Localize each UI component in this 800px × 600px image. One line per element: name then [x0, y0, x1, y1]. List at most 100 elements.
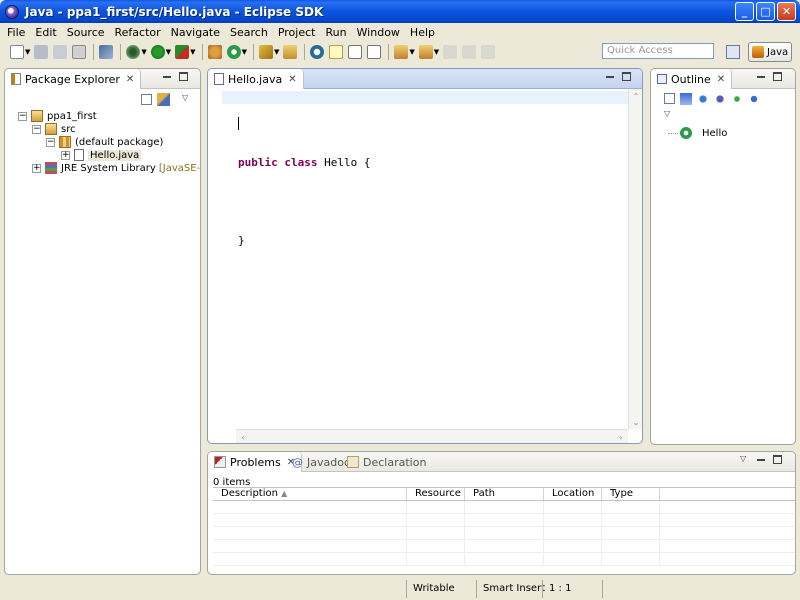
close-tab-icon[interactable]: ✕: [126, 74, 134, 85]
column-type[interactable]: Type: [602, 488, 660, 500]
column-location[interactable]: Location: [544, 488, 602, 500]
tab-outline[interactable]: Outline ✕: [651, 69, 733, 89]
collapse-icon[interactable]: −: [46, 137, 55, 147]
java-perspective-icon: [752, 46, 764, 58]
scroll-right-icon[interactable]: ›: [614, 430, 628, 443]
open-task-icon[interactable]: [283, 45, 298, 59]
eclipse-icon: [5, 4, 19, 19]
new-icon[interactable]: [10, 45, 24, 59]
problems-icon: [214, 456, 226, 468]
debug-icon[interactable]: [126, 45, 141, 59]
close-button[interactable]: ✕: [777, 2, 796, 21]
tab-package-explorer-label: Package Explorer: [25, 72, 120, 86]
tab-hello-java[interactable]: Hello.java ✕: [208, 69, 304, 89]
minimize-button[interactable]: _: [735, 2, 754, 21]
outline-toolbar: [664, 93, 760, 105]
scroll-down-icon[interactable]: ⌄: [629, 415, 642, 429]
code-editor[interactable]: public class Hello { }: [238, 91, 371, 273]
view-menu-icon[interactable]: ▽: [182, 93, 188, 102]
quick-access-input[interactable]: Quick Access: [602, 43, 714, 59]
open-perspective-icon[interactable]: [726, 45, 740, 59]
menu-window[interactable]: Window: [352, 26, 405, 39]
outline-item-hello[interactable]: Hello: [668, 126, 727, 140]
tab-declaration[interactable]: Declaration: [341, 452, 432, 472]
tree-item-jre[interactable]: + JRE System Library [JavaSE-1.7]: [32, 161, 200, 175]
hide-fields-icon[interactable]: [697, 93, 709, 105]
block-selection-icon[interactable]: [348, 45, 363, 59]
next-annotation-icon[interactable]: [394, 45, 409, 59]
save-icon[interactable]: [34, 45, 49, 59]
close-tab-icon[interactable]: ✕: [288, 74, 296, 85]
text-cursor: [238, 117, 239, 130]
maximize-view-icon[interactable]: [622, 72, 631, 81]
collapse-icon[interactable]: −: [18, 111, 27, 121]
collapse-all-icon[interactable]: [664, 93, 675, 104]
tree-item-hello-java[interactable]: + Hello.java: [61, 148, 142, 162]
save-all-icon[interactable]: [53, 45, 68, 59]
back-icon[interactable]: [462, 45, 477, 59]
expand-icon[interactable]: +: [32, 163, 41, 173]
external-tools-icon[interactable]: [175, 45, 190, 59]
menu-help[interactable]: Help: [405, 26, 440, 39]
open-type-icon[interactable]: [258, 45, 273, 59]
new-java-class-icon[interactable]: [226, 45, 241, 59]
hide-local-types-icon[interactable]: [748, 93, 760, 105]
maximize-view-icon[interactable]: [179, 72, 188, 81]
expand-icon[interactable]: +: [61, 150, 70, 160]
maximize-button[interactable]: □: [756, 2, 775, 21]
last-edit-icon[interactable]: [443, 45, 458, 59]
sort-icon[interactable]: [680, 93, 692, 105]
maximize-view-icon[interactable]: [773, 455, 782, 464]
column-resource[interactable]: Resource: [407, 488, 465, 500]
collapse-icon[interactable]: −: [32, 124, 41, 134]
close-tab-icon[interactable]: ✕: [717, 74, 725, 85]
forward-icon[interactable]: [481, 45, 496, 59]
status-bar: Writable Smart Insert 1 : 1: [0, 578, 800, 600]
hide-static-icon[interactable]: [714, 93, 726, 105]
menu-search[interactable]: Search: [225, 26, 273, 39]
view-menu-icon[interactable]: ▽: [740, 454, 746, 463]
minimize-view-icon[interactable]: [606, 76, 614, 78]
show-whitespace-icon[interactable]: [367, 45, 382, 59]
menu-navigate[interactable]: Navigate: [166, 26, 225, 39]
problems-table: Description ▲ Resource Path Location Typ…: [213, 487, 795, 566]
horizontal-scrollbar[interactable]: ‹ ›: [236, 429, 628, 443]
maximize-view-icon[interactable]: [773, 72, 782, 81]
column-description[interactable]: Description ▲: [213, 488, 407, 500]
toggle-breakpoint-icon[interactable]: [99, 45, 114, 59]
tree-item-project[interactable]: − ppa1_first: [18, 109, 97, 123]
menu-run[interactable]: Run: [320, 26, 351, 39]
java-perspective-button[interactable]: Java: [748, 42, 792, 62]
print-icon[interactable]: [72, 45, 87, 59]
menu-refactor[interactable]: Refactor: [110, 26, 166, 39]
menu-file[interactable]: File: [2, 26, 30, 39]
column-path[interactable]: Path: [465, 488, 544, 500]
minimize-view-icon[interactable]: [757, 76, 765, 78]
tab-hello-java-label: Hello.java: [228, 72, 283, 86]
hide-non-public-icon[interactable]: [731, 93, 743, 105]
tree-item-default-package[interactable]: − (default package): [46, 135, 163, 149]
minimize-view-icon[interactable]: [757, 459, 765, 461]
vertical-scrollbar[interactable]: ⌃ ⌄: [628, 89, 642, 429]
view-menu-icon[interactable]: ▽: [664, 109, 670, 118]
menu-source[interactable]: Source: [62, 26, 110, 39]
editor-panel: Hello.java ✕ public class Hello { } ⌃ ⌄ …: [207, 68, 643, 444]
previous-annotation-icon[interactable]: [418, 45, 433, 59]
minimize-view-icon[interactable]: [163, 76, 171, 78]
menu-edit[interactable]: Edit: [30, 26, 61, 39]
toggle-mark-occurrences-icon[interactable]: [329, 45, 344, 59]
run-icon[interactable]: [150, 45, 165, 59]
scroll-up-icon[interactable]: ⌃: [629, 89, 642, 103]
search-icon[interactable]: [310, 45, 325, 59]
collapse-all-icon[interactable]: [141, 94, 152, 105]
code-line-1: [238, 117, 371, 130]
window-title: Java - ppa1_first/src/Hello.java - Eclip…: [25, 4, 324, 19]
scroll-left-icon[interactable]: ‹: [236, 430, 250, 443]
tree-item-src[interactable]: − src: [32, 122, 76, 136]
table-row: [213, 540, 795, 553]
new-java-package-icon[interactable]: [207, 45, 222, 59]
link-with-editor-icon[interactable]: [157, 93, 170, 106]
tab-package-explorer[interactable]: Package Explorer ✕: [5, 69, 142, 89]
menu-project[interactable]: Project: [273, 26, 321, 39]
